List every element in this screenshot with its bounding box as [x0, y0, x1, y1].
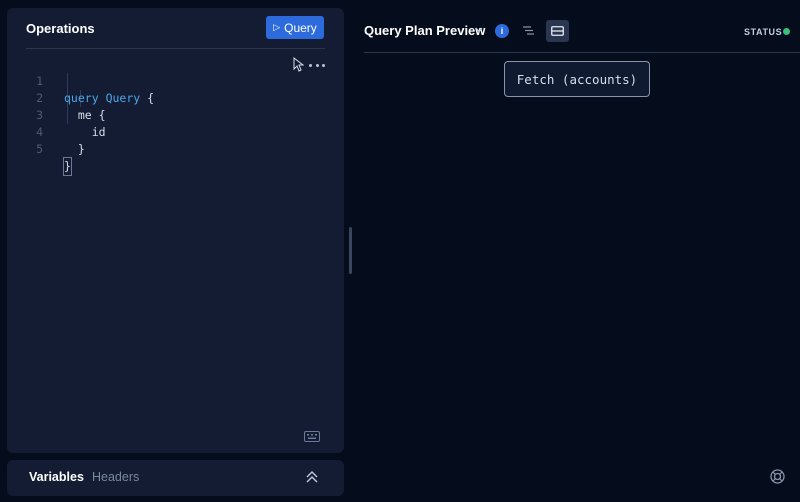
list-view-icon[interactable] — [522, 24, 535, 37]
graph-view-button[interactable] — [546, 20, 569, 42]
panel-resize-handle[interactable] — [349, 227, 352, 274]
variables-panel: Variables Headers — [7, 460, 344, 496]
graph-view-icon — [551, 26, 564, 36]
run-query-button[interactable]: ▷ Query — [266, 16, 324, 39]
keyboard-icon[interactable] — [304, 431, 320, 442]
tab-headers[interactable]: Headers — [92, 470, 139, 484]
code-line[interactable]: 5 } — [7, 124, 344, 176]
tab-variables[interactable]: Variables — [29, 470, 84, 484]
play-icon: ▷ — [273, 22, 281, 32]
code-line[interactable]: 3 id — [7, 90, 344, 139]
code-text: } — [63, 157, 72, 176]
line-number: 5 — [36, 142, 43, 156]
operations-divider — [26, 48, 325, 49]
chevrons-up-icon[interactable] — [306, 470, 318, 484]
code-line[interactable]: 4 } — [7, 107, 344, 156]
status-label[interactable]: STATUS — [744, 27, 782, 37]
run-query-label: Query — [284, 20, 317, 35]
code-line[interactable]: 2 me { — [7, 73, 344, 122]
plan-view-selector[interactable]: Query Plan Preview — [364, 23, 485, 38]
info-icon[interactable]: i — [495, 24, 509, 38]
operations-title: Operations — [26, 21, 95, 36]
code-text: } — [64, 142, 85, 156]
chevron-down-icon[interactable] — [475, 27, 483, 33]
plan-divider — [364, 52, 800, 53]
status-indicator — [783, 28, 790, 35]
operations-panel: Operations ▷ Query 1 query Query { 2 me … — [7, 8, 344, 453]
plan-fetch-node[interactable]: Fetch (accounts) — [504, 61, 650, 97]
help-icon[interactable] — [770, 469, 785, 484]
cursor-icon — [293, 57, 304, 72]
